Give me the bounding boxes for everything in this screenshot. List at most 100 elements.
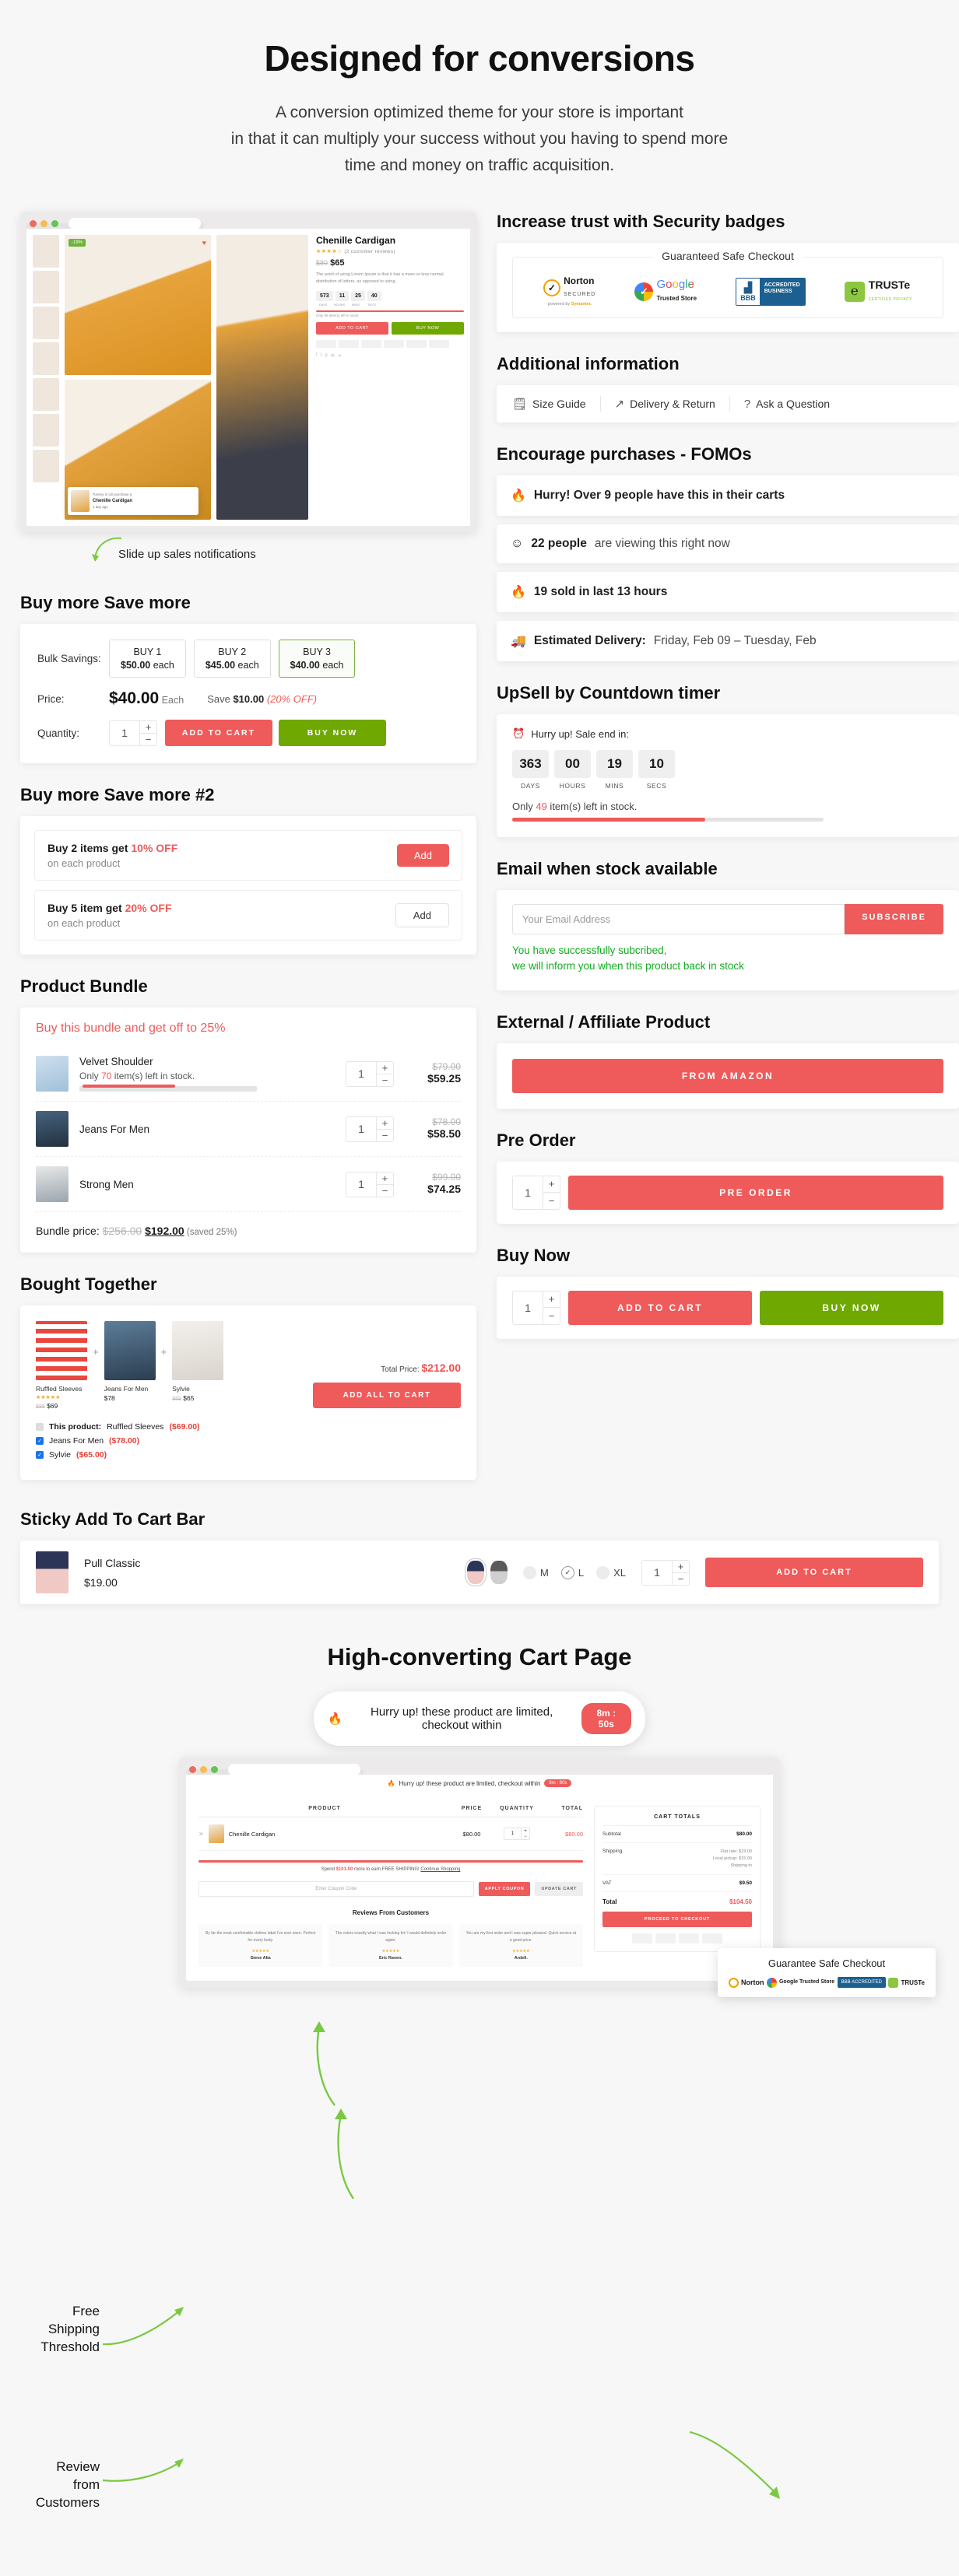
cart-row-qty-value[interactable]: 1	[504, 1828, 521, 1839]
window-maximize-dot[interactable]	[51, 219, 58, 227]
mock-add-to-cart-button[interactable]: ADD TO CART	[316, 321, 388, 335]
remove-item-icon[interactable]: ✕	[198, 1831, 204, 1838]
thumbnail-7[interactable]	[33, 450, 59, 483]
bulk-quantity-stepper[interactable]: 1 + −	[109, 720, 157, 746]
bt-product-2[interactable]: Jeans For Men $78	[104, 1321, 156, 1402]
bt-check-1[interactable]: ✓ This product: Ruffled Sleeves ($69.00)	[36, 1422, 313, 1432]
buynow-buy-now-button[interactable]: BUY NOW	[760, 1290, 943, 1325]
email-icon[interactable]: ✉	[331, 353, 335, 359]
bulk-qty-decrement[interactable]: −	[140, 734, 156, 745]
window-minimize-dot[interactable]	[40, 219, 47, 227]
buynow-qty-decrement[interactable]: −	[543, 1308, 560, 1324]
bulk-option-2[interactable]: BUY 2 $45.00 each	[193, 640, 271, 678]
bulk-qty-increment[interactable]: +	[140, 721, 156, 734]
update-cart-button[interactable]: UPDATE CART	[535, 1882, 583, 1897]
product-model-image[interactable]	[216, 235, 308, 520]
size-option-xl[interactable]: XL	[596, 1565, 626, 1579]
preorder-quantity-stepper[interactable]: 1 + −	[512, 1175, 560, 1210]
bundle-item-2-qty[interactable]: 1	[346, 1117, 376, 1141]
bulk-option-1[interactable]: BUY 1 $50.00 each	[109, 640, 186, 678]
bundle-item-2-stepper[interactable]: 1 + −	[346, 1116, 394, 1142]
buynow-quantity-stepper[interactable]: 1 + −	[512, 1290, 560, 1325]
bundle-item-3-dec[interactable]: −	[377, 1185, 393, 1197]
bundle-item-2-dec[interactable]: −	[377, 1130, 393, 1141]
pre-order-button[interactable]: PRE ORDER	[568, 1175, 943, 1210]
coupon-input[interactable]: Enter Coupon Code	[198, 1881, 474, 1898]
cart-row-qty-stepper[interactable]: 1 + −	[504, 1828, 530, 1841]
tier-offer-1-add-button[interactable]: Add	[396, 844, 449, 867]
tier-offer-2-add-button[interactable]: Add	[395, 903, 449, 928]
bt-product-1[interactable]: Ruffled Sleeves ★★★★★ $88 $69	[36, 1321, 87, 1410]
bulk-add-to-cart-button[interactable]: ADD TO CART	[165, 720, 272, 747]
delivery-return-item[interactable]: ↗ Delivery & Return	[601, 397, 729, 411]
thumbnail-4[interactable]	[33, 342, 59, 376]
proceed-to-checkout-button[interactable]: PROCEED TO CHECKOUT	[602, 1912, 752, 1928]
preorder-qty-decrement[interactable]: −	[543, 1193, 560, 1209]
continue-shopping-link[interactable]: Continue Shopping	[420, 1867, 460, 1872]
bulk-buy-now-button[interactable]: BUY NOW	[279, 720, 386, 747]
product-thumbnail-strip[interactable]	[33, 235, 59, 520]
ask-question-item[interactable]: ? Ask a Question	[730, 398, 844, 411]
cart-window-maximize-dot[interactable]	[211, 1765, 218, 1773]
sticky-add-to-cart-button[interactable]: ADD TO CART	[705, 1558, 923, 1588]
bundle-item-2-inc[interactable]: +	[377, 1117, 393, 1130]
bundle-item-3-inc[interactable]: +	[377, 1172, 393, 1185]
mock-buy-now-button[interactable]: BUY NOW	[392, 321, 464, 335]
pinterest-icon[interactable]: p	[325, 353, 327, 359]
from-amazon-button[interactable]: FROM AMAZON	[512, 1058, 943, 1093]
bt-product-2-image[interactable]	[104, 1321, 156, 1381]
preorder-qty-increment[interactable]: +	[543, 1176, 560, 1193]
thumbnail-5[interactable]	[33, 378, 59, 412]
size-option-l[interactable]: ✓ L	[560, 1565, 584, 1579]
thumbnail-1[interactable]	[33, 235, 59, 268]
color-swatch-1[interactable]	[465, 1558, 487, 1587]
bt-product-1-image[interactable]	[36, 1321, 87, 1381]
thumbnail-6[interactable]	[33, 414, 59, 447]
apply-coupon-button[interactable]: APPLY COUPON	[478, 1882, 531, 1897]
subscribe-button[interactable]: SUBSCRIBE	[845, 904, 943, 935]
bundle-item-1-dec[interactable]: −	[377, 1074, 393, 1086]
bundle-item-1-stepper[interactable]: 1 + −	[346, 1060, 394, 1087]
bt-check-2[interactable]: ✓ Jeans For Men ($78.00)	[36, 1436, 313, 1446]
buynow-qty-increment[interactable]: +	[543, 1292, 560, 1309]
size-m-radio[interactable]	[523, 1565, 537, 1579]
add-all-to-cart-button[interactable]: ADD ALL TO CART	[313, 1383, 461, 1409]
email-input[interactable]: Your Email Address	[512, 904, 845, 935]
cart-window-close-dot[interactable]	[189, 1765, 196, 1773]
buynow-qty-value[interactable]: 1	[513, 1292, 543, 1324]
wishlist-heart-icon[interactable]: ♥	[202, 239, 206, 247]
bt-product-3-image[interactable]	[172, 1321, 224, 1381]
color-swatch-2[interactable]	[490, 1561, 508, 1585]
cart-window-minimize-dot[interactable]	[200, 1765, 207, 1773]
sticky-qty-value[interactable]: 1	[642, 1561, 672, 1585]
cart-browser-url-bar[interactable]	[228, 1763, 360, 1775]
buynow-add-to-cart-button[interactable]: ADD TO CART	[568, 1290, 752, 1325]
size-l-radio-selected[interactable]: ✓	[560, 1565, 574, 1579]
preorder-qty-value[interactable]: 1	[513, 1176, 543, 1209]
bulk-option-3[interactable]: BUY 3 $40.00 each	[278, 640, 356, 678]
size-guide-item[interactable]: 🗒 Size Guide	[511, 397, 600, 411]
bundle-item-3-stepper[interactable]: 1 + −	[346, 1171, 394, 1197]
bundle-item-1-qty[interactable]: 1	[346, 1062, 376, 1086]
bt-check-3[interactable]: ✓ Sylvie ($65.00)	[36, 1450, 313, 1460]
cart-row-qty-inc[interactable]: +	[522, 1828, 529, 1834]
size-xl-radio[interactable]	[596, 1565, 610, 1579]
product-image-main[interactable]: -19% ♥	[65, 235, 211, 376]
bundle-item-3-qty[interactable]: 1	[346, 1172, 376, 1197]
shipping-options[interactable]: Flat rate: $19.00 Local pickup: $15.00 Shi…	[713, 1849, 752, 1869]
sticky-qty-increment[interactable]: +	[673, 1561, 689, 1573]
bulk-qty-value[interactable]: 1	[110, 721, 139, 745]
size-option-m[interactable]: M	[523, 1565, 549, 1579]
cart-row-qty-dec[interactable]: −	[522, 1834, 529, 1839]
bt-product-3[interactable]: Sylvie $69 $65	[172, 1321, 224, 1402]
window-close-dot[interactable]	[30, 219, 37, 227]
thumbnail-3[interactable]	[33, 307, 59, 340]
checkbox-icon-checked-1[interactable]: ✓	[36, 1437, 44, 1446]
sticky-qty-decrement[interactable]: −	[673, 1573, 689, 1585]
link-icon[interactable]: ⚭	[338, 353, 342, 359]
facebook-icon[interactable]: f	[316, 353, 318, 359]
browser-url-bar[interactable]	[68, 217, 201, 230]
bundle-item-1-inc[interactable]: +	[377, 1062, 393, 1074]
thumbnail-2[interactable]	[33, 271, 59, 304]
sticky-quantity-stepper[interactable]: 1 + −	[641, 1559, 690, 1586]
